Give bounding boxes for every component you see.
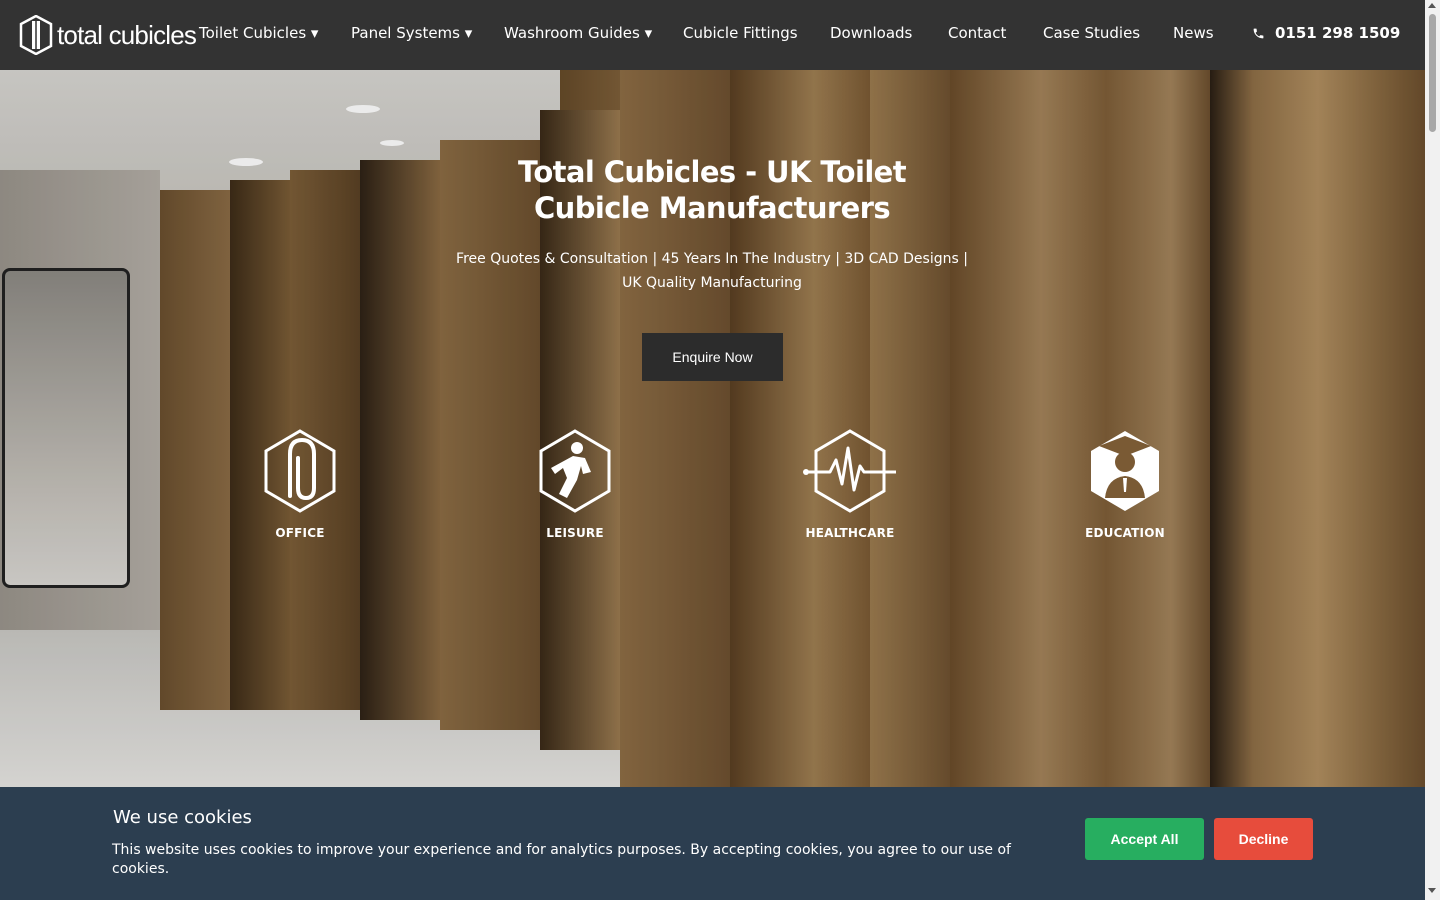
cookie-banner: We use cookies This website uses cookies… <box>0 787 1425 900</box>
hero-title: Total Cubicles - UK Toilet Cubicle Manuf… <box>517 155 907 225</box>
phone-number: 0151 298 1509 <box>1275 24 1401 42</box>
graduate-icon <box>1091 431 1159 511</box>
phone-icon <box>1253 28 1264 38</box>
decline-button[interactable]: Decline <box>1214 818 1313 860</box>
sector-label: EDUCATION <box>1085 526 1165 540</box>
hero-subtitle: Free Quotes & Consultation | 45 Years In… <box>456 251 968 291</box>
sector-education[interactable]: EDUCATION <box>1065 428 1185 540</box>
cookie-text: This website uses cookies to improve you… <box>112 842 1011 877</box>
heartbeat-icon <box>803 429 896 513</box>
cookie-title: We use cookies <box>113 807 252 828</box>
nav-case-studies[interactable]: Case Studies <box>1043 24 1140 42</box>
nav-cubicle-fittings[interactable]: Cubicle Fittings <box>683 24 798 42</box>
paperclip-icon <box>264 429 336 513</box>
scroll-up-icon[interactable] <box>1428 3 1436 8</box>
nav-downloads[interactable]: Downloads <box>830 24 912 42</box>
hero-section: Total Cubicles - UK Toilet Cubicle Manuf… <box>0 70 1425 787</box>
nav-toilet-cubicles[interactable]: Toilet Cubicles ▾ <box>199 24 318 42</box>
nav-contact[interactable]: Contact <box>948 24 1006 42</box>
enquire-now-button[interactable]: Enquire Now <box>642 333 783 381</box>
nav-news[interactable]: News <box>1173 24 1214 42</box>
site-header: total cubicles Toilet Cubicles ▾ Panel S… <box>0 0 1425 70</box>
sector-label: LEISURE <box>546 526 604 540</box>
phone-link[interactable]: 0151 298 1509 <box>1252 24 1400 42</box>
page-scrollbar[interactable] <box>1425 0 1440 900</box>
sector-label: HEALTHCARE <box>805 526 895 540</box>
nav-washroom-guides[interactable]: Washroom Guides ▾ <box>504 24 652 42</box>
sector-leisure[interactable]: LEISURE <box>515 428 635 540</box>
logo-link[interactable]: total cubicles <box>19 15 197 55</box>
scroll-thumb[interactable] <box>1429 14 1436 132</box>
brand-name: total cubicles <box>57 19 197 50</box>
nav-panel-systems[interactable]: Panel Systems ▾ <box>351 24 472 42</box>
scroll-down-icon[interactable] <box>1428 888 1436 893</box>
sector-label: OFFICE <box>275 526 325 540</box>
sector-healthcare[interactable]: HEALTHCARE <box>790 428 910 540</box>
logo-icon <box>19 15 53 55</box>
sector-office[interactable]: OFFICE <box>240 428 360 540</box>
athlete-icon <box>539 429 611 513</box>
accept-all-button[interactable]: Accept All <box>1085 818 1204 860</box>
